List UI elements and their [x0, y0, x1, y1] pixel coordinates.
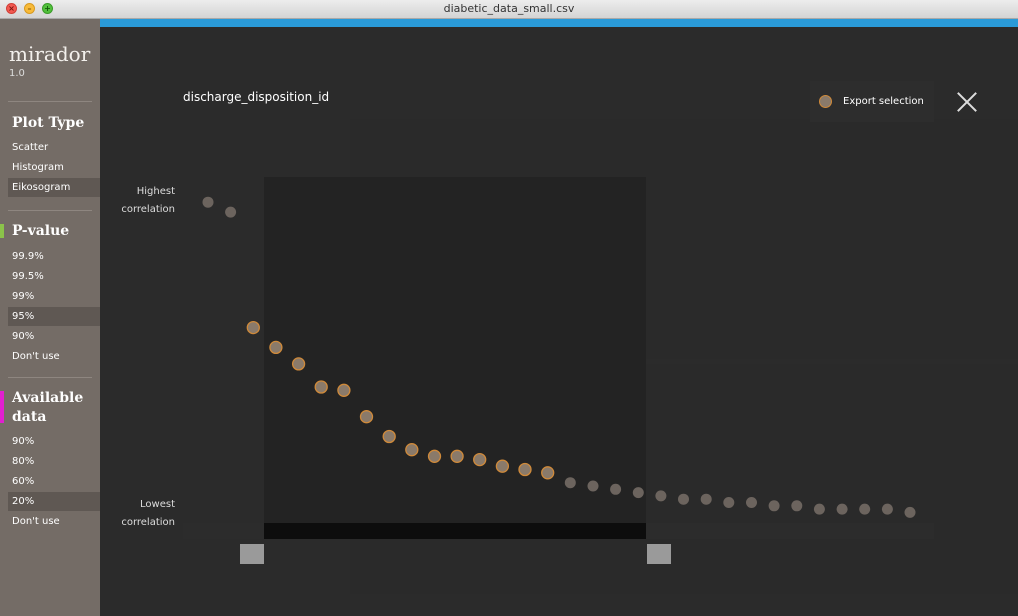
- variable-point[interactable]: [269, 340, 283, 355]
- variable-point[interactable]: [225, 206, 237, 218]
- plot-type-eikosogram[interactable]: Eikosogram: [8, 178, 100, 197]
- pvalue-option-dont-use[interactable]: Don't use: [8, 347, 100, 366]
- plot-type-title: Plot Type: [12, 115, 85, 131]
- sidebar-divider: [8, 101, 92, 102]
- variable-point[interactable]: [291, 357, 306, 371]
- variable-point[interactable]: [450, 449, 464, 463]
- available-data-title: Available data: [12, 389, 83, 427]
- window-title: diabetic_data_small.csv: [443, 2, 575, 15]
- variable-point[interactable]: [246, 320, 260, 335]
- available-option-20[interactable]: 20%: [8, 492, 100, 511]
- variable-point[interactable]: [768, 500, 780, 512]
- available-data-title-line1: Available: [12, 390, 84, 406]
- available-option-60[interactable]: 60%: [8, 472, 100, 491]
- variable-point[interactable]: [836, 503, 848, 515]
- variable-point[interactable]: [337, 383, 351, 397]
- variable-point[interactable]: [700, 493, 712, 505]
- variable-point[interactable]: [314, 380, 328, 394]
- window-titlebar: × – + diabetic_data_small.csv: [0, 0, 1018, 19]
- app-version: 1.0: [9, 68, 25, 79]
- variable-point[interactable]: [813, 503, 825, 515]
- variable-point[interactable]: [655, 490, 667, 502]
- available-option-90[interactable]: 90%: [8, 432, 100, 451]
- pvalue-option-99[interactable]: 99%: [8, 287, 100, 306]
- variable-point[interactable]: [904, 506, 916, 518]
- variable-point[interactable]: [791, 500, 803, 512]
- sidebar-divider: [8, 210, 92, 211]
- variable-point[interactable]: [859, 503, 871, 515]
- pvalue-title: P-value: [12, 223, 70, 239]
- plot-type-scatter[interactable]: Scatter: [8, 138, 100, 157]
- variable-point[interactable]: [541, 466, 555, 480]
- variable-point[interactable]: [746, 497, 757, 508]
- variable-point[interactable]: [359, 410, 374, 424]
- pvalue-option-99-5[interactable]: 99.5%: [8, 267, 100, 286]
- available-option-80[interactable]: 80%: [8, 452, 100, 471]
- variable-point[interactable]: [202, 196, 214, 208]
- available-data-title-line2: data: [12, 409, 47, 425]
- main-area: discharge_disposition_id Export selectio…: [100, 19, 1018, 616]
- variable-point[interactable]: [473, 452, 487, 467]
- pvalue-marker: [0, 224, 4, 238]
- correlation-plot: [202, 196, 916, 518]
- variable-point[interactable]: [518, 462, 532, 477]
- sidebar-divider: [8, 377, 92, 378]
- available-data-marker: [0, 391, 4, 423]
- variable-point[interactable]: [495, 459, 510, 473]
- variable-point[interactable]: [382, 429, 396, 444]
- app-name: mirador: [9, 42, 91, 66]
- pvalue-option-95[interactable]: 95%: [8, 307, 100, 326]
- variable-point[interactable]: [632, 487, 644, 499]
- variable-point[interactable]: [564, 477, 576, 489]
- variable-point[interactable]: [723, 497, 735, 508]
- pvalue-option-90[interactable]: 90%: [8, 327, 100, 346]
- variable-point[interactable]: [610, 483, 622, 495]
- plot-type-histogram[interactable]: Histogram: [8, 158, 100, 177]
- variable-point[interactable]: [427, 449, 442, 463]
- variable-point[interactable]: [587, 480, 599, 492]
- available-option-dont-use[interactable]: Don't use: [8, 512, 100, 531]
- sidebar: mirador 1.0 Plot Type Scatter Histogram …: [0, 19, 100, 616]
- variable-point[interactable]: [881, 503, 893, 515]
- variable-point[interactable]: [678, 493, 689, 505]
- pvalue-option-99-9[interactable]: 99.9%: [8, 247, 100, 266]
- variable-point[interactable]: [405, 443, 419, 457]
